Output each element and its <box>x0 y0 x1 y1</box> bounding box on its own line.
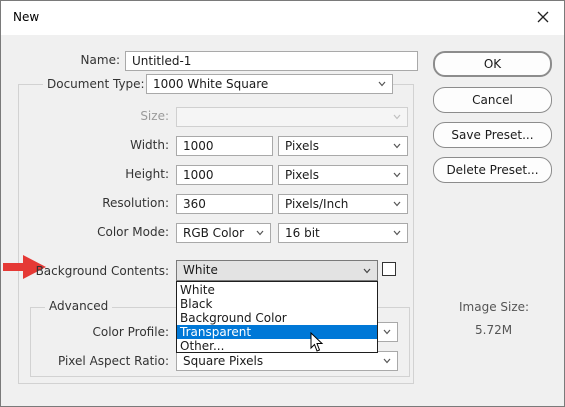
width-unit-value: Pixels <box>285 139 320 153</box>
chevron-down-icon <box>383 358 391 364</box>
doctype-label: Document Type: <box>43 77 149 91</box>
name-input[interactable]: Untitled-1 <box>125 51 418 71</box>
resolution-label: Resolution: <box>102 196 169 210</box>
list-item[interactable]: Background Color <box>177 311 377 325</box>
document-type-value: 1000 White Square <box>153 77 269 91</box>
size-label: Size: <box>140 109 169 123</box>
width-unit-select[interactable]: Pixels <box>278 136 408 156</box>
color-mode-label: Color Mode: <box>97 225 169 239</box>
chevron-down-icon <box>363 268 371 274</box>
save-preset-button[interactable]: Save Preset... <box>433 122 552 148</box>
chevron-down-icon <box>256 230 264 236</box>
chevron-down-icon <box>393 143 401 149</box>
mouse-cursor-icon <box>310 332 324 352</box>
pixel-aspect-select[interactable]: Square Pixels <box>176 351 398 371</box>
chevron-down-icon <box>393 230 401 236</box>
background-contents-select[interactable]: White <box>176 260 378 281</box>
background-contents-label: Background Contents: <box>35 264 169 278</box>
color-mode-select[interactable]: RGB Color <box>176 223 271 243</box>
background-color-swatch[interactable] <box>382 262 396 276</box>
height-label: Height: <box>125 167 169 181</box>
width-label: Width: <box>130 138 169 152</box>
height-unit-select[interactable]: Pixels <box>278 165 408 185</box>
close-icon[interactable] <box>532 6 554 28</box>
chevron-down-icon <box>393 172 401 178</box>
dialog-title: New <box>13 10 40 24</box>
background-contents-value: White <box>183 263 218 277</box>
document-type-select[interactable]: 1000 White Square <box>146 74 393 94</box>
advanced-toggle[interactable]: Advanced <box>45 299 113 313</box>
width-input[interactable]: 1000 <box>176 136 273 156</box>
name-label: Name: <box>80 53 120 67</box>
resolution-input[interactable]: 360 <box>176 194 273 214</box>
list-item[interactable]: Other... <box>177 339 377 353</box>
cancel-button[interactable]: Cancel <box>433 87 552 113</box>
image-size-value: 5.72M <box>475 323 513 337</box>
new-document-dialog: New Name: Untitled-1 Document Type: 1000… <box>0 0 565 407</box>
color-profile-label: Color Profile: <box>92 325 170 339</box>
chevron-down-icon <box>378 81 386 87</box>
list-item[interactable]: Black <box>177 297 377 311</box>
delete-preset-button[interactable]: Delete Preset... <box>433 157 552 183</box>
background-contents-list: White Black Background Color Transparent… <box>176 281 378 353</box>
title-bar: New <box>1 1 564 35</box>
pixel-aspect-value: Square Pixels <box>183 354 264 368</box>
list-item-selected[interactable]: Transparent <box>177 325 377 339</box>
pixel-aspect-label: Pixel Aspect Ratio: <box>58 354 169 368</box>
list-item[interactable]: White <box>177 283 377 297</box>
resolution-unit-value: Pixels/Inch <box>285 197 349 211</box>
chevron-down-icon <box>383 329 391 335</box>
image-size-label: Image Size: <box>459 300 530 314</box>
chevron-down-icon <box>393 114 401 120</box>
size-select[interactable] <box>176 107 408 127</box>
resolution-unit-select[interactable]: Pixels/Inch <box>278 194 408 214</box>
bit-depth-select[interactable]: 16 bit <box>278 223 408 243</box>
height-unit-value: Pixels <box>285 168 320 182</box>
chevron-down-icon <box>393 201 401 207</box>
bit-depth-value: 16 bit <box>285 226 320 240</box>
color-mode-value: RGB Color <box>183 226 245 240</box>
ok-button[interactable]: OK <box>433 51 552 77</box>
height-input[interactable]: 1000 <box>176 165 273 185</box>
